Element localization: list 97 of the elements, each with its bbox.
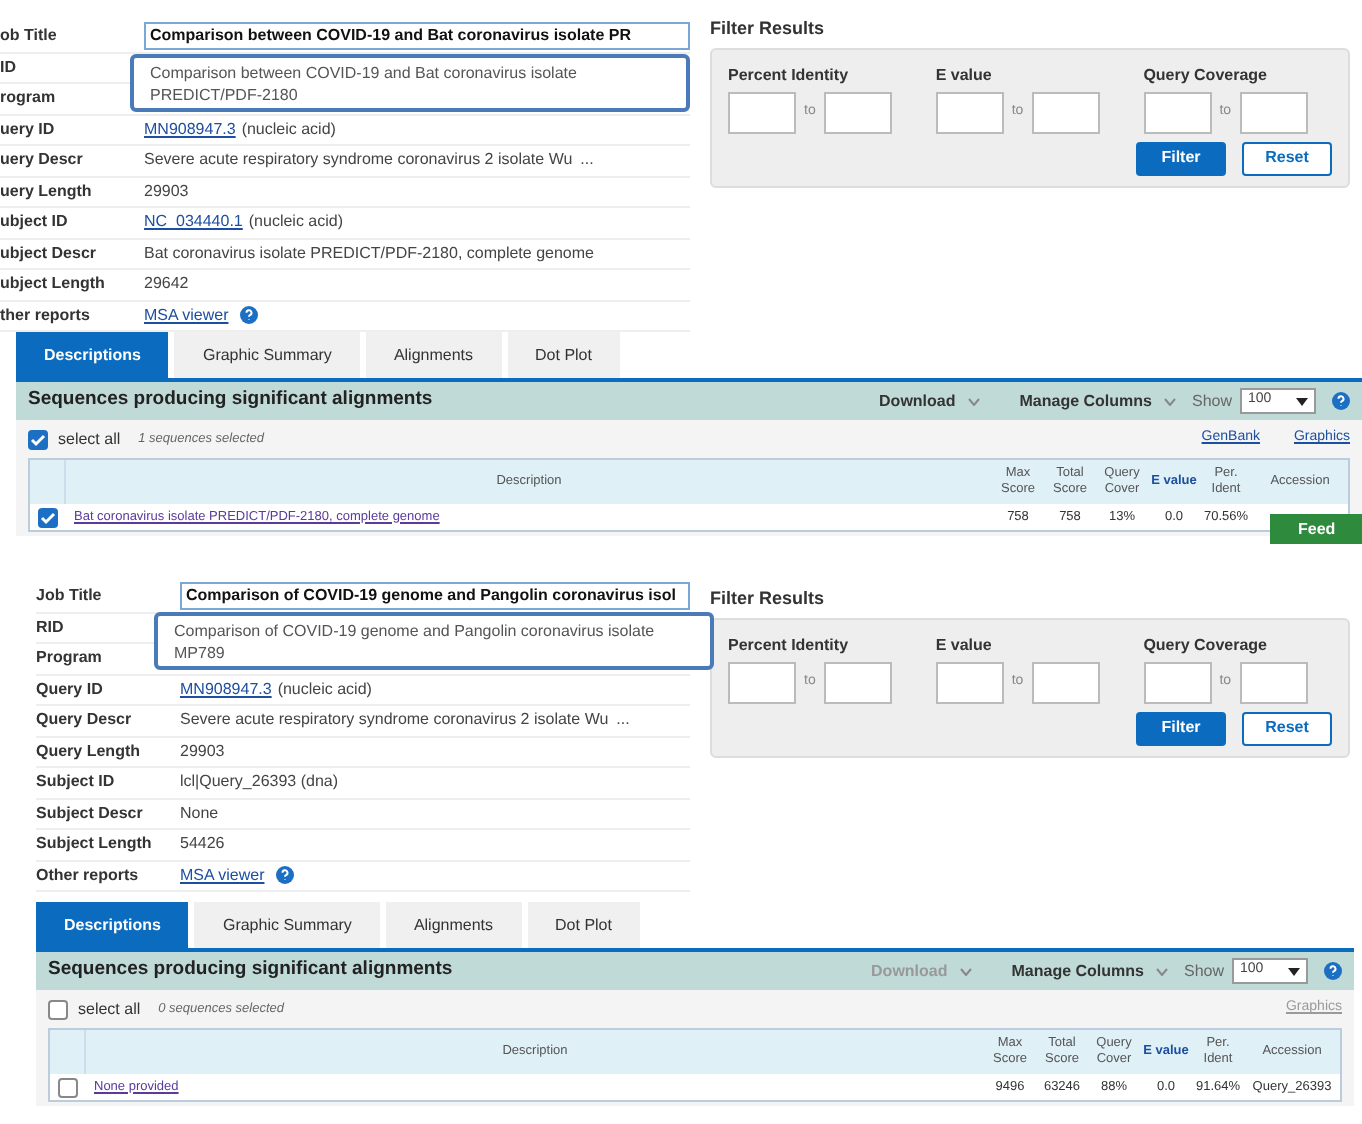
reset-button[interactable]: Reset <box>1242 141 1332 175</box>
range-field[interactable] <box>1143 661 1212 703</box>
checkbox[interactable] <box>48 999 68 1019</box>
filter-label: Percent Identity <box>728 633 851 657</box>
tab[interactable]: Graphic Summary <box>174 332 360 378</box>
range-field[interactable] <box>1031 91 1100 133</box>
more-button[interactable]: ... <box>580 148 594 173</box>
manage-columns-menu[interactable]: Manage Columns <box>1019 389 1152 413</box>
show-label: Show <box>1183 959 1224 983</box>
field-label: uery Length <box>0 179 94 204</box>
caret-icon <box>967 397 980 405</box>
field-label: Query Descr <box>36 708 134 733</box>
field-label: Subject ID <box>36 770 117 795</box>
caret-icon <box>1296 397 1308 405</box>
range-field[interactable] <box>935 661 1004 703</box>
filter-label: Percent Identity <box>728 63 851 87</box>
id-type: (nucleic acid) <box>277 677 372 702</box>
caret-icon <box>1288 967 1300 975</box>
caret-icon <box>1155 967 1168 975</box>
tab[interactable]: Descriptions <box>36 902 189 948</box>
tooltip-text: Comparison between COVID-19 and Bat coronavirus isolate PREDICT/PDF-2180 <box>150 64 577 104</box>
download-menu[interactable]: Download <box>879 389 956 413</box>
range-field[interactable] <box>1239 661 1308 703</box>
job-title-field[interactable]: Comparison of COVID-19 genome and Pangolin coronavirus isol <box>180 582 690 611</box>
id-link[interactable]: NC_034440.1 <box>144 210 243 235</box>
field-value: Bat coronavirus isolate PREDICT/PDF-2180, complete genome <box>144 241 594 266</box>
field-label: uery Descr <box>0 148 85 173</box>
field-value: 29903 <box>180 739 225 764</box>
filter-label: E value <box>935 633 994 657</box>
field-value: Severe acute respiratory syndrome coronavirus 2 isolate Wu <box>180 708 609 733</box>
id-type: (nucleic acid) <box>241 117 336 142</box>
field-value: lcl|Query_26393 (dna) <box>180 770 339 795</box>
select-all-label[interactable]: select all <box>78 997 141 1021</box>
reset-button[interactable]: Reset <box>1242 711 1332 745</box>
feedback-button[interactable]: Feed <box>1270 514 1362 544</box>
tab[interactable]: Graphic Summary <box>194 902 380 948</box>
field-value: 29642 <box>144 272 189 297</box>
range-field[interactable] <box>1239 91 1308 133</box>
field-value: 29903 <box>144 179 189 204</box>
range-field[interactable] <box>728 661 796 703</box>
results-title: Sequences producing significant alignments <box>28 386 433 415</box>
filter-label: Query Coverage <box>1143 633 1269 657</box>
tab[interactable]: Descriptions <box>16 332 169 378</box>
tab[interactable]: Dot Plot <box>527 902 640 948</box>
range-field[interactable] <box>1031 661 1100 703</box>
field-value: Severe acute respiratory syndrome coronavirus 2 isolate Wu <box>144 148 573 173</box>
field-label: ob Title <box>0 24 59 49</box>
help-icon[interactable] <box>1324 962 1342 980</box>
range-field[interactable] <box>823 91 892 133</box>
field-label: Subject Length <box>36 832 154 857</box>
tab[interactable]: Alignments <box>385 902 522 948</box>
show-label: Show <box>1191 389 1232 413</box>
field-label: ID <box>0 55 18 80</box>
filter-label: Query Coverage <box>1143 63 1269 87</box>
tooltip-text: Comparison of COVID-19 genome and Pangolin coronavirus isolate MP789 <box>174 622 655 662</box>
field-value: None <box>180 801 219 826</box>
field-label: ubject Descr <box>0 241 99 266</box>
field-label: Query ID <box>36 677 105 702</box>
field-label: Other reports <box>36 863 141 888</box>
select-all-label[interactable]: select all <box>58 427 121 451</box>
range-field[interactable] <box>1143 91 1212 133</box>
field-label: ther reports <box>0 303 92 328</box>
id-link[interactable]: MN908947.3 <box>144 117 236 142</box>
range-field[interactable] <box>728 91 796 133</box>
field-label: Job Title <box>36 584 104 609</box>
id-type: (nucleic acid) <box>248 210 344 235</box>
checkbox[interactable] <box>38 507 58 527</box>
id-link[interactable]: MN908947.3 <box>180 677 272 702</box>
manage-columns-menu[interactable]: Manage Columns <box>1011 959 1144 983</box>
more-button[interactable]: ... <box>616 708 630 733</box>
filter-label: E value <box>935 63 994 87</box>
field-label: uery ID <box>0 117 57 142</box>
help-icon[interactable] <box>1332 392 1350 410</box>
field-label: rogram <box>0 86 58 111</box>
field-value: 54426 <box>180 832 225 857</box>
checkbox[interactable] <box>28 429 48 449</box>
filter-title: Filter Results <box>710 16 827 42</box>
caret-icon <box>959 967 972 975</box>
results-title: Sequences producing significant alignments <box>48 956 453 985</box>
tab[interactable]: Alignments <box>365 332 502 378</box>
msa-viewer-link[interactable]: MSA viewer <box>180 863 265 888</box>
field-label: ubject ID <box>0 210 70 235</box>
caret-icon <box>1163 397 1176 405</box>
filter-title: Filter Results <box>710 586 827 612</box>
field-label: ubject Length <box>0 272 107 297</box>
job-title-field[interactable]: Comparison between COVID-19 and Bat coronavirus isolate PR <box>144 22 690 51</box>
filter-button[interactable]: Filter <box>1136 711 1226 745</box>
msa-viewer-link[interactable]: MSA viewer <box>144 303 229 328</box>
range-field[interactable] <box>823 661 892 703</box>
help-icon[interactable] <box>240 306 259 325</box>
help-icon[interactable] <box>276 866 295 885</box>
field-label: Query Length <box>36 739 143 764</box>
field-label: Subject Descr <box>36 801 145 826</box>
range-field[interactable] <box>935 91 1004 133</box>
checkbox[interactable] <box>58 1077 78 1097</box>
filter-button[interactable]: Filter <box>1136 141 1226 175</box>
tab[interactable]: Dot Plot <box>507 332 620 378</box>
